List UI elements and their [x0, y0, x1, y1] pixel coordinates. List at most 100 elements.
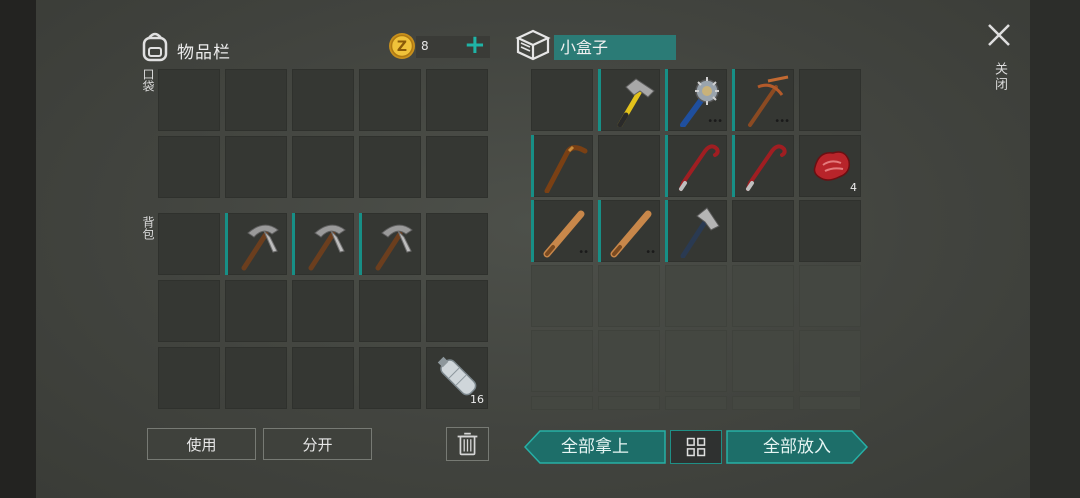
container-slot[interactable] [531, 135, 593, 197]
container-slot[interactable]: •• [531, 200, 593, 262]
slot-accent [531, 135, 534, 197]
container-slot[interactable] [598, 69, 660, 131]
use-button[interactable]: 使用 [147, 428, 256, 460]
pocket-slot[interactable] [292, 136, 354, 198]
container-slot[interactable] [531, 396, 593, 410]
hockey-stick-icon [544, 145, 588, 193]
slot-accent [732, 69, 735, 131]
put-all-label: 全部放入 [763, 437, 831, 457]
pocket-slot[interactable] [158, 69, 220, 131]
slot-accent [732, 135, 735, 197]
sort-button[interactable] [670, 430, 722, 464]
container-slot[interactable] [531, 330, 593, 392]
pocket-slot[interactable] [292, 69, 354, 131]
container-slot[interactable] [531, 69, 593, 131]
pocket-slot[interactable] [426, 69, 488, 131]
container-slot[interactable]: 4 [799, 135, 861, 197]
backpack-icon [142, 32, 168, 62]
pocket-slot[interactable] [225, 136, 287, 198]
backpack-slot[interactable] [292, 280, 354, 342]
backpack-slot[interactable] [359, 213, 421, 275]
coin-count: 8 [421, 39, 429, 53]
backpack-slot[interactable] [359, 280, 421, 342]
slot-accent [665, 200, 668, 262]
pocket-slot[interactable] [158, 136, 220, 198]
pocket-slot[interactable] [426, 136, 488, 198]
item-quantity: 16 [470, 393, 484, 406]
durability-dots: ••• [707, 116, 723, 127]
container-slot[interactable] [732, 265, 794, 327]
crowbar-icon [746, 144, 787, 191]
pickaxe-icon [241, 224, 279, 271]
backpack-slot[interactable] [158, 280, 220, 342]
container-slot[interactable] [665, 330, 727, 392]
pickaxe-icon [375, 224, 413, 271]
container-slot[interactable] [732, 330, 794, 392]
put-all-button[interactable]: 全部放入 [726, 430, 868, 464]
container-slot[interactable] [598, 330, 660, 392]
container-slot[interactable] [665, 265, 727, 327]
screen-edge-left [0, 0, 36, 498]
container-slot[interactable] [732, 200, 794, 262]
container-slot[interactable] [665, 396, 727, 410]
container-slot[interactable] [799, 396, 861, 410]
split-button[interactable]: 分开 [263, 428, 372, 460]
backpack-slot[interactable] [426, 280, 488, 342]
backpack-slot[interactable] [158, 347, 220, 409]
container-slot[interactable] [799, 265, 861, 327]
backpack-slot[interactable] [225, 280, 287, 342]
backpack-slot[interactable] [426, 213, 488, 275]
item-quantity: 4 [850, 181, 857, 194]
screen-edge-right [1030, 0, 1080, 498]
backpack-slot[interactable] [292, 213, 354, 275]
pickaxe-icon [308, 224, 346, 271]
pocket-label: 口袋 [141, 68, 155, 92]
durability-dots: •• [645, 247, 656, 258]
container-name-field[interactable]: 小盒子 [554, 35, 676, 60]
take-all-button[interactable]: 全部拿上 [524, 430, 666, 464]
slot-accent [531, 200, 534, 262]
container-slot[interactable] [598, 396, 660, 410]
slot-accent [225, 213, 228, 275]
backpack-slot[interactable]: 16 [426, 347, 488, 409]
container-slot[interactable] [598, 135, 660, 197]
take-all-label: 全部拿上 [561, 437, 629, 457]
inventory-title: 物品栏 [177, 43, 231, 63]
slot-accent [665, 69, 668, 131]
container-slot[interactable] [732, 135, 794, 197]
container-slot[interactable] [799, 330, 861, 392]
crowbar-icon [679, 144, 720, 191]
container-slot[interactable] [598, 265, 660, 327]
pocket-slot[interactable] [359, 69, 421, 131]
backpack-slot[interactable] [225, 347, 287, 409]
container-slot[interactable]: ••• [665, 69, 727, 131]
add-coins-button[interactable]: + [464, 32, 486, 58]
container-box-icon [515, 29, 551, 61]
backpack-slot[interactable] [225, 213, 287, 275]
container-slot[interactable] [799, 200, 861, 262]
container-slot[interactable] [665, 200, 727, 262]
durability-dots: ••• [774, 116, 790, 127]
pocket-slot[interactable] [225, 69, 287, 131]
container-slot[interactable] [665, 135, 727, 197]
backpack-label: 背包 [141, 216, 155, 240]
container-slot[interactable] [732, 396, 794, 410]
slot-accent [665, 135, 668, 197]
container-slot[interactable]: •• [598, 200, 660, 262]
container-slot[interactable] [799, 69, 861, 131]
close-icon[interactable] [984, 20, 1014, 50]
hammer-icon [617, 78, 655, 127]
backpack-slot[interactable] [359, 347, 421, 409]
trash-button[interactable] [446, 427, 489, 461]
slot-accent [598, 200, 601, 262]
trash-icon [457, 432, 478, 456]
pocket-slot[interactable] [359, 136, 421, 198]
container-slot[interactable] [531, 265, 593, 327]
durability-dots: •• [578, 247, 589, 258]
close-label[interactable]: 关闭 [990, 62, 1009, 92]
backpack-slot[interactable] [292, 347, 354, 409]
svg-text:Z: Z [397, 39, 407, 55]
container-slot[interactable]: ••• [732, 69, 794, 131]
slot-accent [359, 213, 362, 275]
backpack-slot[interactable] [158, 213, 220, 275]
